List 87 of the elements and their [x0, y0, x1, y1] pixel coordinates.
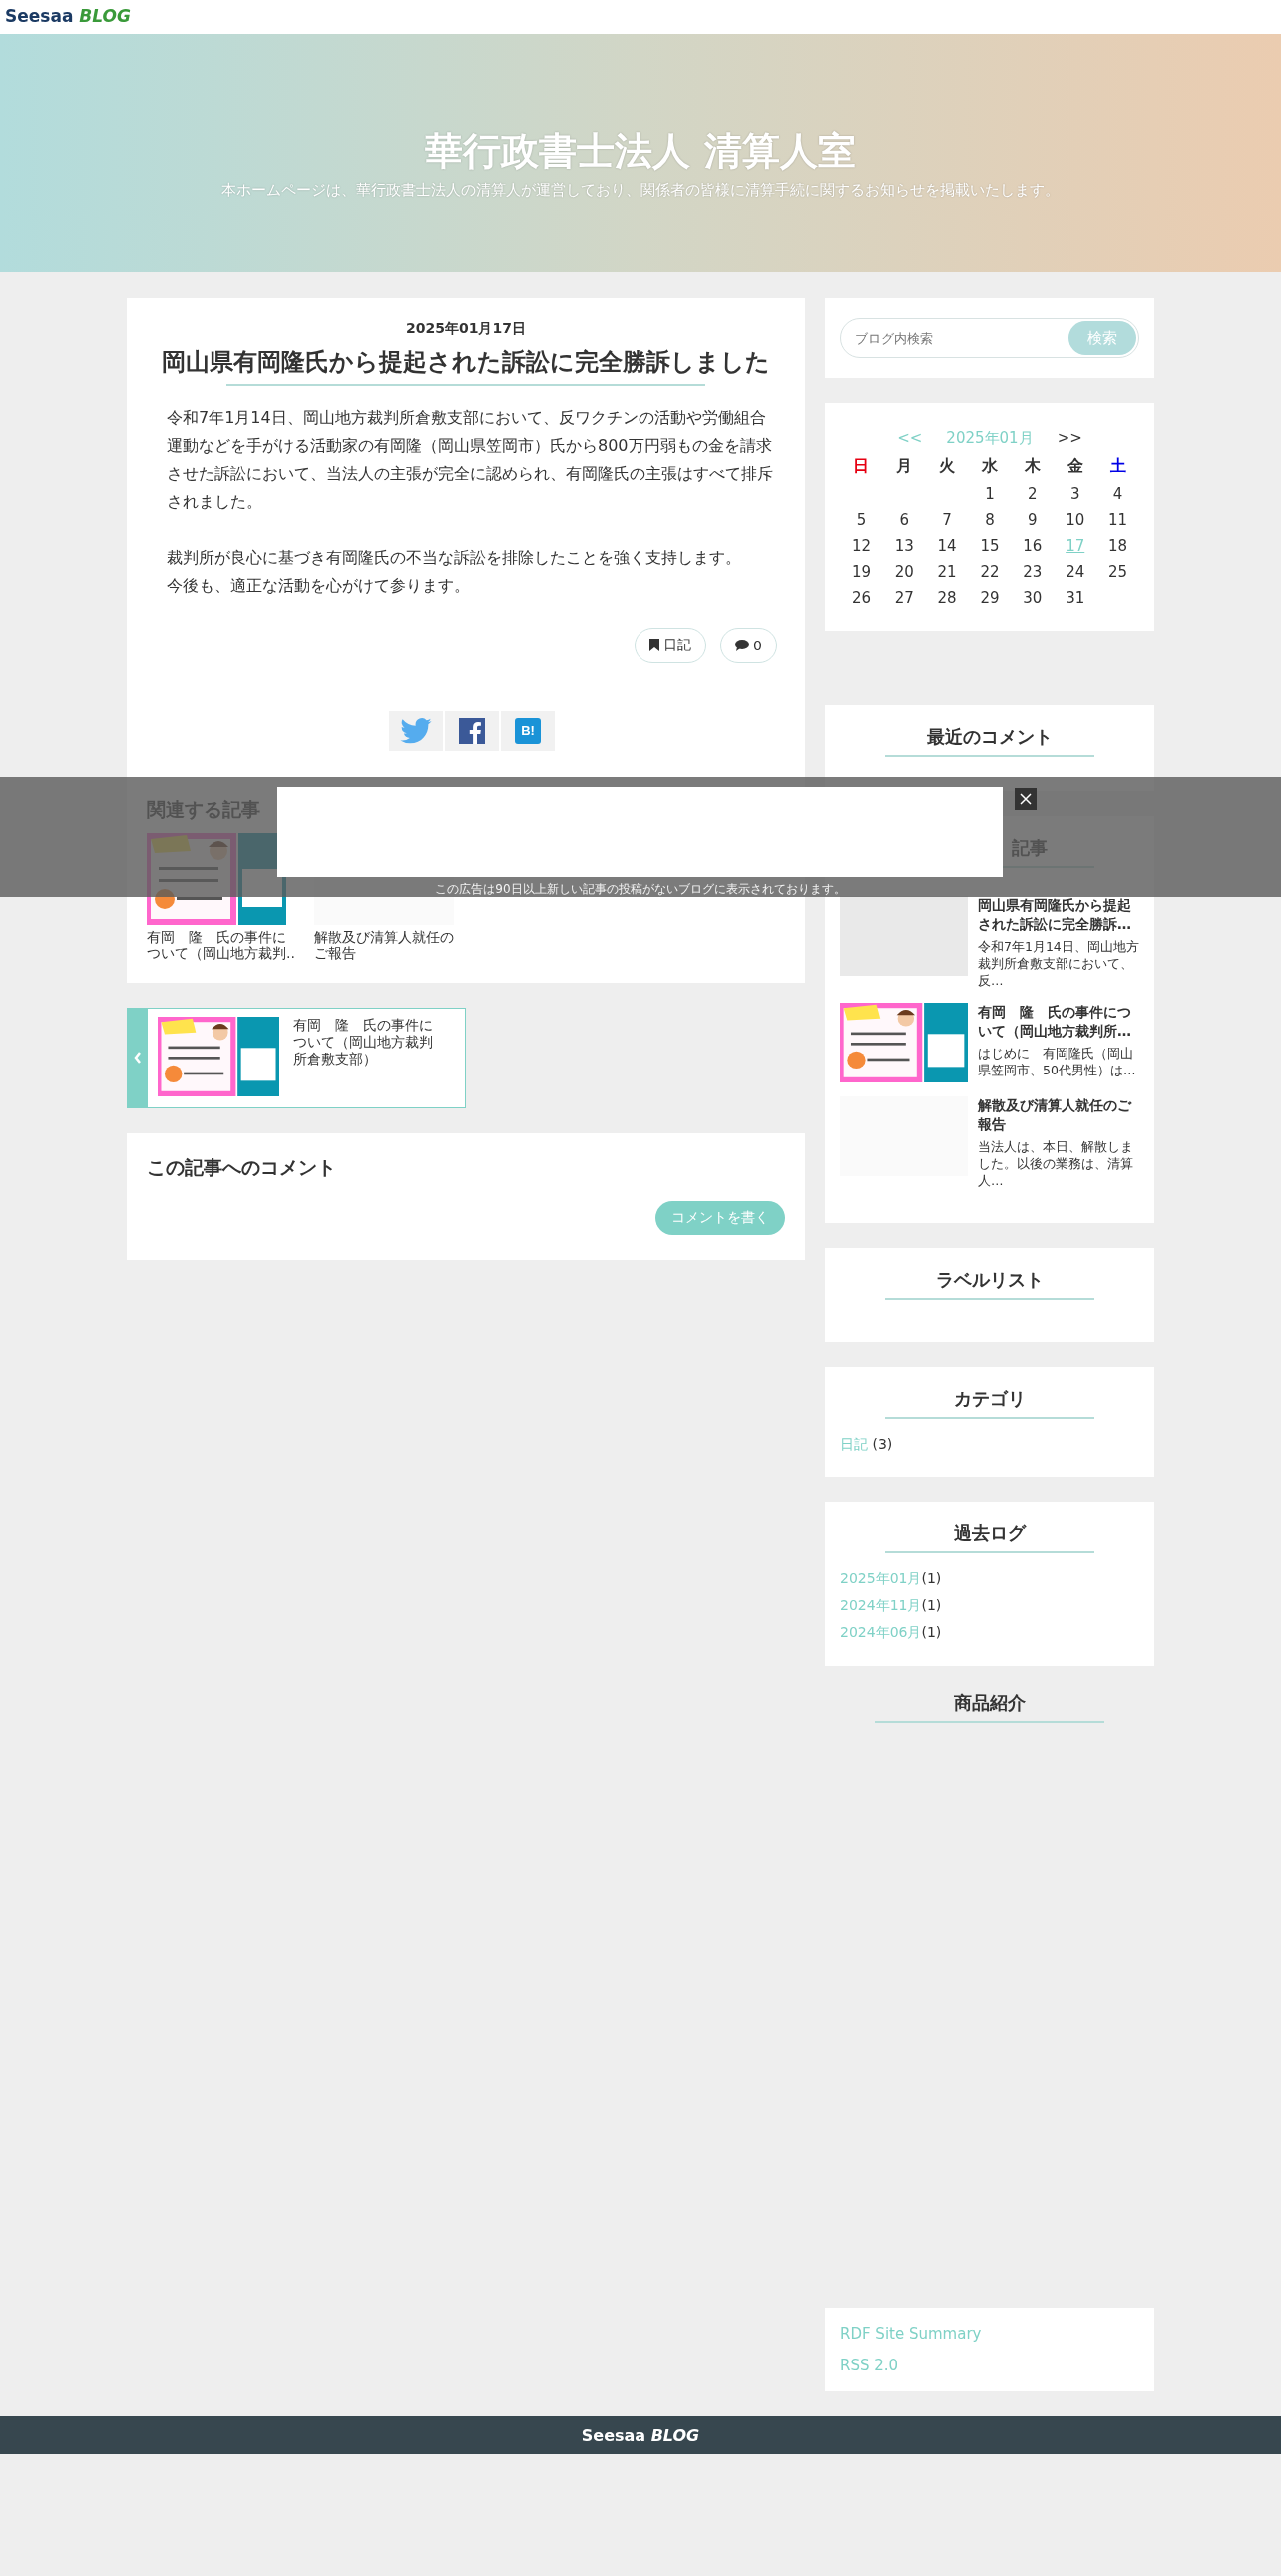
recent-post-title[interactable]: 岡山県有岡隆氏から提起された訴訟に完全勝訴…: [978, 896, 1139, 934]
post-count: (1): [921, 1597, 942, 1613]
bookmark-icon: [649, 639, 660, 652]
calendar-day: 30: [1011, 589, 1055, 607]
calendar-day: 23: [1011, 563, 1055, 581]
related-post-link[interactable]: 解散及び清算人就任のご報告: [314, 928, 464, 961]
calendar-day: 3: [1054, 485, 1097, 503]
calendar-day: 31: [1054, 589, 1097, 607]
recent-post-excerpt: 当法人は、本日、解散しました。以後の業務は、清算人…: [978, 1138, 1134, 1189]
calendar-day: 14: [925, 537, 969, 555]
calendar-day: 7: [925, 511, 969, 529]
previous-post-title[interactable]: 有岡 隆 氏の事件について（岡山地方裁判所倉敷支部）: [293, 1016, 443, 1099]
recent-post-excerpt: 令和7年1月14日、岡山地方裁判所倉敷支部において、反…: [978, 938, 1139, 989]
calendar-day: 5: [840, 511, 883, 529]
archive-link[interactable]: 2024年06月: [840, 1624, 922, 1640]
recent-post-excerpt: はじめに 有岡隆氏（岡山県笠岡市、50代男性）は…: [978, 1045, 1137, 1078]
calendar-day: 9: [1011, 511, 1055, 529]
related-post-link[interactable]: 有岡 隆 氏の事件について（岡山地方裁判‥: [147, 928, 296, 961]
post-paragraph: 裁判所が良心に基づき有岡隆氏の不当な訴訟を排除したことを強く支持します。: [167, 546, 742, 569]
calendar-day: 15: [968, 537, 1012, 555]
calendar-day: 26: [840, 589, 883, 607]
calendar-day: 20: [882, 563, 926, 581]
calendar-day: 21: [925, 563, 969, 581]
previous-month-link[interactable]: <<: [897, 429, 923, 448]
post-title[interactable]: 岡山県有岡隆氏から提起された訴訟に完全勝訴しました: [147, 346, 785, 380]
close-button[interactable]: [1015, 788, 1037, 810]
category-link[interactable]: 日記: [840, 1436, 868, 1452]
previous-post-card[interactable]: 有岡 隆 氏の事件について（岡山地方裁判所倉敷支部）: [127, 1007, 466, 1108]
widget-heading: 商品紹介: [875, 1691, 1104, 1723]
archive-link[interactable]: 2025年01月: [840, 1570, 922, 1586]
weekday-label: 土: [1108, 456, 1127, 477]
calendar-day: 2: [1011, 485, 1055, 503]
post-paragraph: 令和7年1月14日、岡山地方裁判所倉敷支部において、反ワクチンの活動や労働組合運動などを手がける活動家の有岡隆（岡山県笠岡市）氏から800万円弱もの金を請求させた訴訟において、当法人の主張が完全に認められ、有岡隆氏の主張はすべて排斥されました。: [167, 406, 774, 513]
calendar-day: 11: [1096, 511, 1139, 529]
calendar-day: 13: [882, 537, 926, 555]
calendar-day: 18: [1096, 537, 1139, 555]
calendar-day: 27: [882, 589, 926, 607]
widget-heading: カテゴリ: [885, 1387, 1094, 1419]
calendar-day: 4: [1096, 485, 1139, 503]
calendar-day: 10: [1054, 511, 1097, 529]
weekday-label: 日: [852, 456, 871, 477]
calendar-day: 1: [968, 485, 1012, 503]
calendar-month[interactable]: 2025年01月: [946, 429, 1034, 448]
speech-bubble-icon: [735, 639, 750, 651]
calendar-day: 29: [968, 589, 1012, 607]
archive-link[interactable]: 2024年11月: [840, 1597, 922, 1613]
calendar-day: 28: [925, 589, 969, 607]
post-count: (1): [921, 1624, 942, 1640]
logo[interactable]: Seesaa BLOG: [581, 2425, 700, 2445]
tag-button[interactable]: 日記: [635, 627, 707, 663]
feed-link[interactable]: RDF Site Summary: [840, 2318, 1139, 2350]
widget-heading: 過去ログ: [885, 1521, 1094, 1553]
post-count: (1): [921, 1570, 942, 1586]
weekday-label: 木: [1023, 456, 1042, 477]
post-date: 2025年01月17日: [405, 320, 527, 338]
calendar-day: 12: [840, 537, 883, 555]
write-comment-button[interactable]: コメントを書く: [655, 1200, 785, 1235]
calendar-day-link[interactable]: 17: [1054, 537, 1097, 555]
next-month-link[interactable]: >>: [1057, 429, 1082, 448]
calendar-day: 25: [1096, 563, 1139, 581]
ad-notice: この広告は90日以上新しい記事の投稿がないブログに表示されております。: [435, 882, 846, 896]
widget-heading: ラベルリスト: [885, 1268, 1094, 1300]
comment-count-button[interactable]: 0: [720, 627, 777, 663]
weekday-label: 月: [895, 456, 914, 477]
logo[interactable]: Seesaa BLOG: [5, 6, 131, 26]
feed-link[interactable]: RSS 2.0: [840, 2350, 1139, 2381]
calendar-day: 16: [1011, 537, 1055, 555]
facebook-icon: [459, 717, 485, 744]
weekday-label: 水: [981, 456, 999, 477]
weekday-label: 火: [938, 456, 957, 477]
post-count: (3): [872, 1436, 893, 1452]
widget-heading: 最近のコメント: [885, 725, 1094, 757]
post-paragraph: 今後も、適正な活動を心がけて参ります。: [167, 574, 471, 597]
calendar-day: 8: [968, 511, 1012, 529]
weekday-label: 金: [1066, 456, 1084, 477]
close-icon: [1020, 793, 1032, 805]
recent-post-title[interactable]: 解散及び清算人就任のご報告: [978, 1096, 1139, 1134]
calendar-day: 6: [882, 511, 926, 529]
chevron-left-icon: [134, 1052, 142, 1065]
share-button[interactable]: B!: [501, 710, 555, 751]
bird-icon: [400, 717, 432, 744]
calendar-day: 22: [968, 563, 1012, 581]
section-heading: この記事へのコメント: [147, 1154, 337, 1180]
recent-post-title[interactable]: 有岡 隆 氏の事件について（岡山地方裁判所…: [978, 1003, 1139, 1041]
calendar-day: 19: [840, 563, 883, 581]
calendar-day: 24: [1054, 563, 1097, 581]
share-button[interactable]: [445, 710, 499, 751]
